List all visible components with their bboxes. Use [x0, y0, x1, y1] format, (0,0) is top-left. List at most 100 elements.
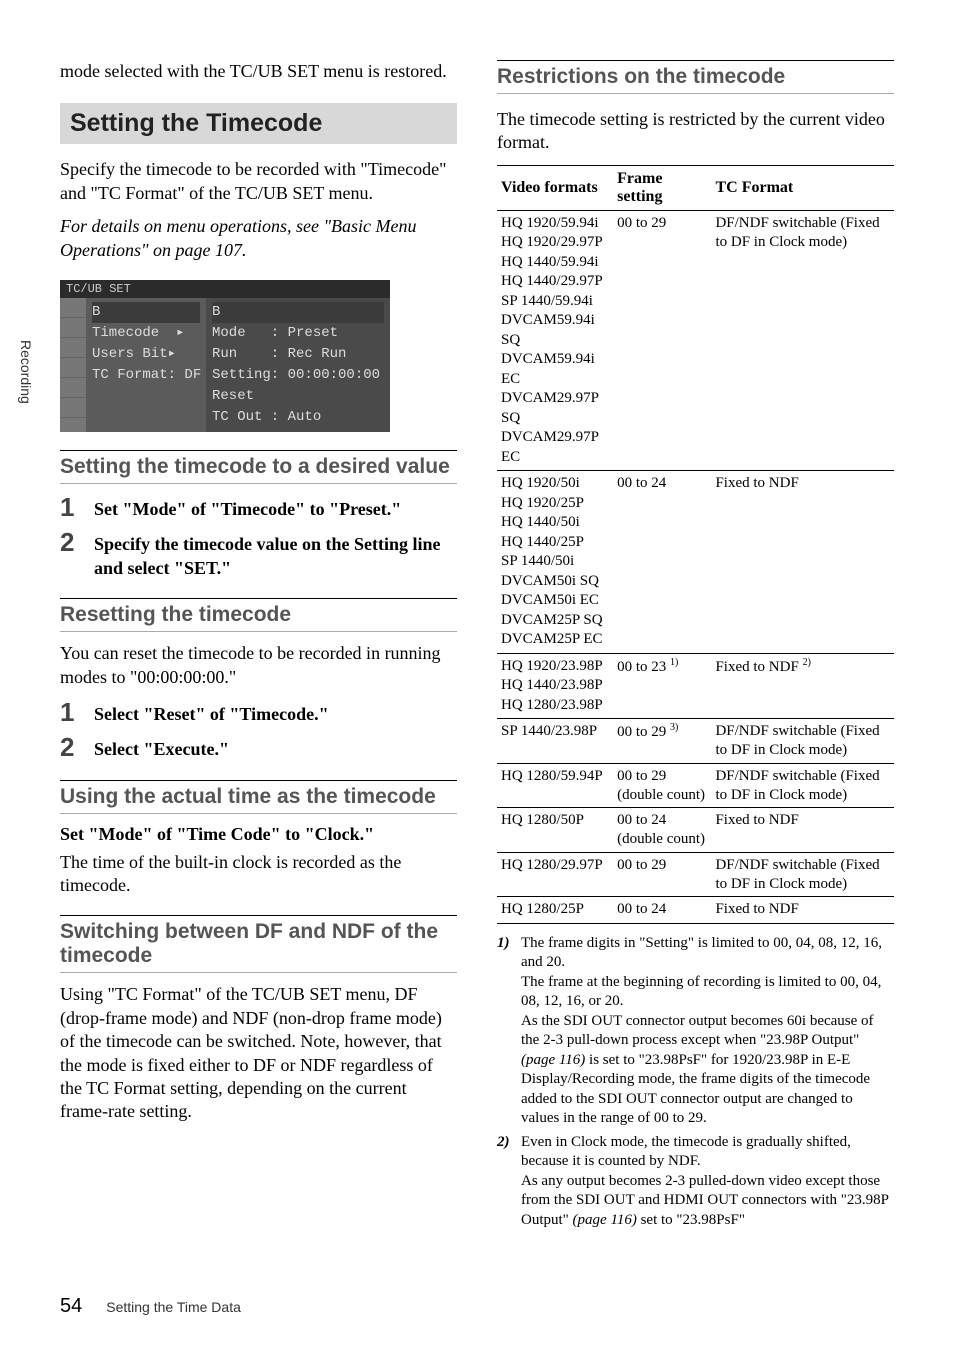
left-column: mode selected with the TC/UB SET menu is…: [60, 60, 457, 1230]
cell-frame-setting: 00 to 24: [613, 897, 711, 924]
format-entry: HQ 1920/59.94i: [501, 214, 609, 234]
footnote-key: 1): [497, 934, 521, 1129]
table-row: HQ 1280/29.97P00 to 29DF/NDF switchable …: [497, 852, 894, 897]
step-number: 2: [60, 529, 94, 555]
format-entry: HQ 1280/23.98P: [501, 696, 609, 716]
format-entry: SP 1440/59.94i: [501, 292, 609, 312]
subhead-desired-value: Setting the timecode to a desired value: [60, 450, 457, 484]
menu-body: B Timecode ▸ Users Bit▸ TC Format: DF B …: [60, 298, 390, 432]
menu-left-pane: B Timecode ▸ Users Bit▸ TC Format: DF: [86, 298, 206, 432]
table-row: HQ 1920/23.98PHQ 1440/23.98PHQ 1280/23.9…: [497, 653, 894, 719]
footnote: 2)Even in Clock mode, the timecode is gr…: [497, 1133, 894, 1231]
format-entry: HQ 1440/50i: [501, 513, 609, 533]
format-entry: HQ 1440/29.97P: [501, 272, 609, 292]
superscript: 2): [803, 657, 811, 668]
steps-reset: 1 Select "Reset" of "Timecode." 2 Select…: [60, 699, 457, 762]
menu-left-row: Timecode ▸: [92, 323, 200, 344]
page-ref: (page 116): [573, 1212, 637, 1228]
ref-note: For details on menu operations, see "Bas…: [60, 215, 457, 262]
menu-right-row: B: [212, 302, 384, 323]
footnote-line: The frame at the beginning of recording …: [521, 973, 894, 1012]
footnote-key: 2): [497, 1133, 521, 1231]
th-tc-format: TC Format: [711, 165, 894, 210]
cell-tc-format: DF/NDF switchable (Fixed to DF in Clock …: [711, 763, 894, 808]
format-entry: HQ 1920/29.97P: [501, 233, 609, 253]
page: Recording mode selected with the TC/UB S…: [0, 0, 954, 1352]
table-row: HQ 1280/25P00 to 24Fixed to NDF: [497, 897, 894, 924]
page-number: 54: [60, 1295, 82, 1318]
table-row: HQ 1280/59.94P00 to 29 (double count)DF/…: [497, 763, 894, 808]
heading-setting-timecode: Setting the Timecode: [60, 103, 457, 144]
footnote: 1)The frame digits in "Setting" is limit…: [497, 934, 894, 1129]
menu-right-row: TC Out : Auto: [212, 407, 384, 428]
menu-right-row: Reset: [212, 386, 384, 407]
cell-video-formats: HQ 1920/50iHQ 1920/25PHQ 1440/50iHQ 1440…: [497, 471, 613, 654]
format-entry: HQ 1440/23.98P: [501, 676, 609, 696]
cell-video-formats: HQ 1280/25P: [497, 897, 613, 924]
timecode-table: Video formats Frame setting TC Format HQ…: [497, 165, 894, 924]
cell-frame-setting: 00 to 29: [613, 852, 711, 897]
subhead-df-ndf: Switching between DF and NDF of the time…: [60, 915, 457, 973]
menu-title: TC/UB SET: [60, 280, 390, 298]
lead-in-text: Specify the timecode to be recorded with…: [60, 158, 457, 205]
format-entry: DVCAM29.97P EC: [501, 428, 609, 467]
step: 1 Set "Mode" of "Timecode" to "Preset.": [60, 494, 457, 521]
format-entry: DVCAM59.94i SQ: [501, 311, 609, 350]
content-columns: mode selected with the TC/UB SET menu is…: [60, 60, 894, 1230]
format-entry: HQ 1280/50P: [501, 811, 609, 831]
footer-title: Setting the Time Data: [106, 1299, 241, 1315]
menu-icon-strip: [60, 298, 86, 432]
page-footer: 54 Setting the Time Data: [60, 1295, 241, 1318]
step-text: Select "Execute.": [94, 734, 229, 761]
table-row: HQ 1920/50iHQ 1920/25PHQ 1440/50iHQ 1440…: [497, 471, 894, 654]
format-entry: HQ 1920/50i: [501, 474, 609, 494]
cell-frame-setting: 00 to 23 1): [613, 653, 711, 719]
format-entry: HQ 1920/23.98P: [501, 657, 609, 677]
menu-right-row: Run : Rec Run: [212, 344, 384, 365]
footnotes: 1)The frame digits in "Setting" is limit…: [497, 934, 894, 1231]
reset-text: You can reset the timecode to be recorde…: [60, 642, 457, 689]
subhead-reset: Resetting the timecode: [60, 598, 457, 632]
format-entry: HQ 1440/59.94i: [501, 253, 609, 273]
step-text: Specify the timecode value on the Settin…: [94, 529, 457, 580]
menu-right-row: Mode : Preset: [212, 323, 384, 344]
table-row: SP 1440/23.98P00 to 29 3)DF/NDF switchab…: [497, 719, 894, 764]
step: 2 Select "Execute.": [60, 734, 457, 761]
side-tab-recording: Recording: [18, 340, 34, 404]
steps-desired-value: 1 Set "Mode" of "Timecode" to "Preset." …: [60, 494, 457, 580]
footnote-line: As any output becomes 2-3 pulled-down vi…: [521, 1172, 894, 1231]
step: 2 Specify the timecode value on the Sett…: [60, 529, 457, 580]
cell-frame-setting: 00 to 29: [613, 210, 711, 471]
th-frame-setting: Frame setting: [613, 165, 711, 210]
menu-right-pane: B Mode : Preset Run : Rec Run Setting: 0…: [206, 298, 390, 432]
cell-tc-format: Fixed to NDF 2): [711, 653, 894, 719]
format-entry: SP 1440/50i: [501, 552, 609, 572]
step: 1 Select "Reset" of "Timecode.": [60, 699, 457, 726]
cell-tc-format: DF/NDF switchable (Fixed to DF in Clock …: [711, 852, 894, 897]
format-entry: DVCAM59.94i EC: [501, 350, 609, 389]
step-text: Set "Mode" of "Timecode" to "Preset.": [94, 494, 401, 521]
heading-text: Setting the Timecode: [70, 109, 322, 137]
right-column: Restrictions on the timecode The timecod…: [497, 60, 894, 1230]
menu-left-row: Users Bit▸: [92, 344, 200, 365]
menu-screenshot: TC/UB SET B Timecode ▸ Users Bit▸ TC For…: [60, 280, 390, 432]
step-number: 1: [60, 699, 94, 725]
menu-right-row: Setting: 00:00:00:00: [212, 365, 384, 386]
cell-video-formats: SP 1440/23.98P: [497, 719, 613, 764]
subhead-restrictions: Restrictions on the timecode: [497, 60, 894, 94]
intro-text: mode selected with the TC/UB SET menu is…: [60, 60, 457, 83]
cell-video-formats: HQ 1280/59.94P: [497, 763, 613, 808]
clock-bold: Set "Mode" of "Time Code" to "Clock.": [60, 824, 457, 845]
footnote-body: Even in Clock mode, the timecode is grad…: [521, 1133, 894, 1231]
cell-video-formats: HQ 1280/50P: [497, 808, 613, 853]
th-video-formats: Video formats: [497, 165, 613, 210]
cell-tc-format: Fixed to NDF: [711, 808, 894, 853]
clock-text: The time of the built-in clock is record…: [60, 851, 457, 898]
footnote-body: The frame digits in "Setting" is limited…: [521, 934, 894, 1129]
cell-video-formats: HQ 1280/29.97P: [497, 852, 613, 897]
cell-tc-format: Fixed to NDF: [711, 897, 894, 924]
cell-tc-format: Fixed to NDF: [711, 471, 894, 654]
step-number: 2: [60, 734, 94, 760]
restrictions-intro: The timecode setting is restricted by th…: [497, 108, 894, 155]
page-ref: (page 116): [521, 1052, 585, 1068]
